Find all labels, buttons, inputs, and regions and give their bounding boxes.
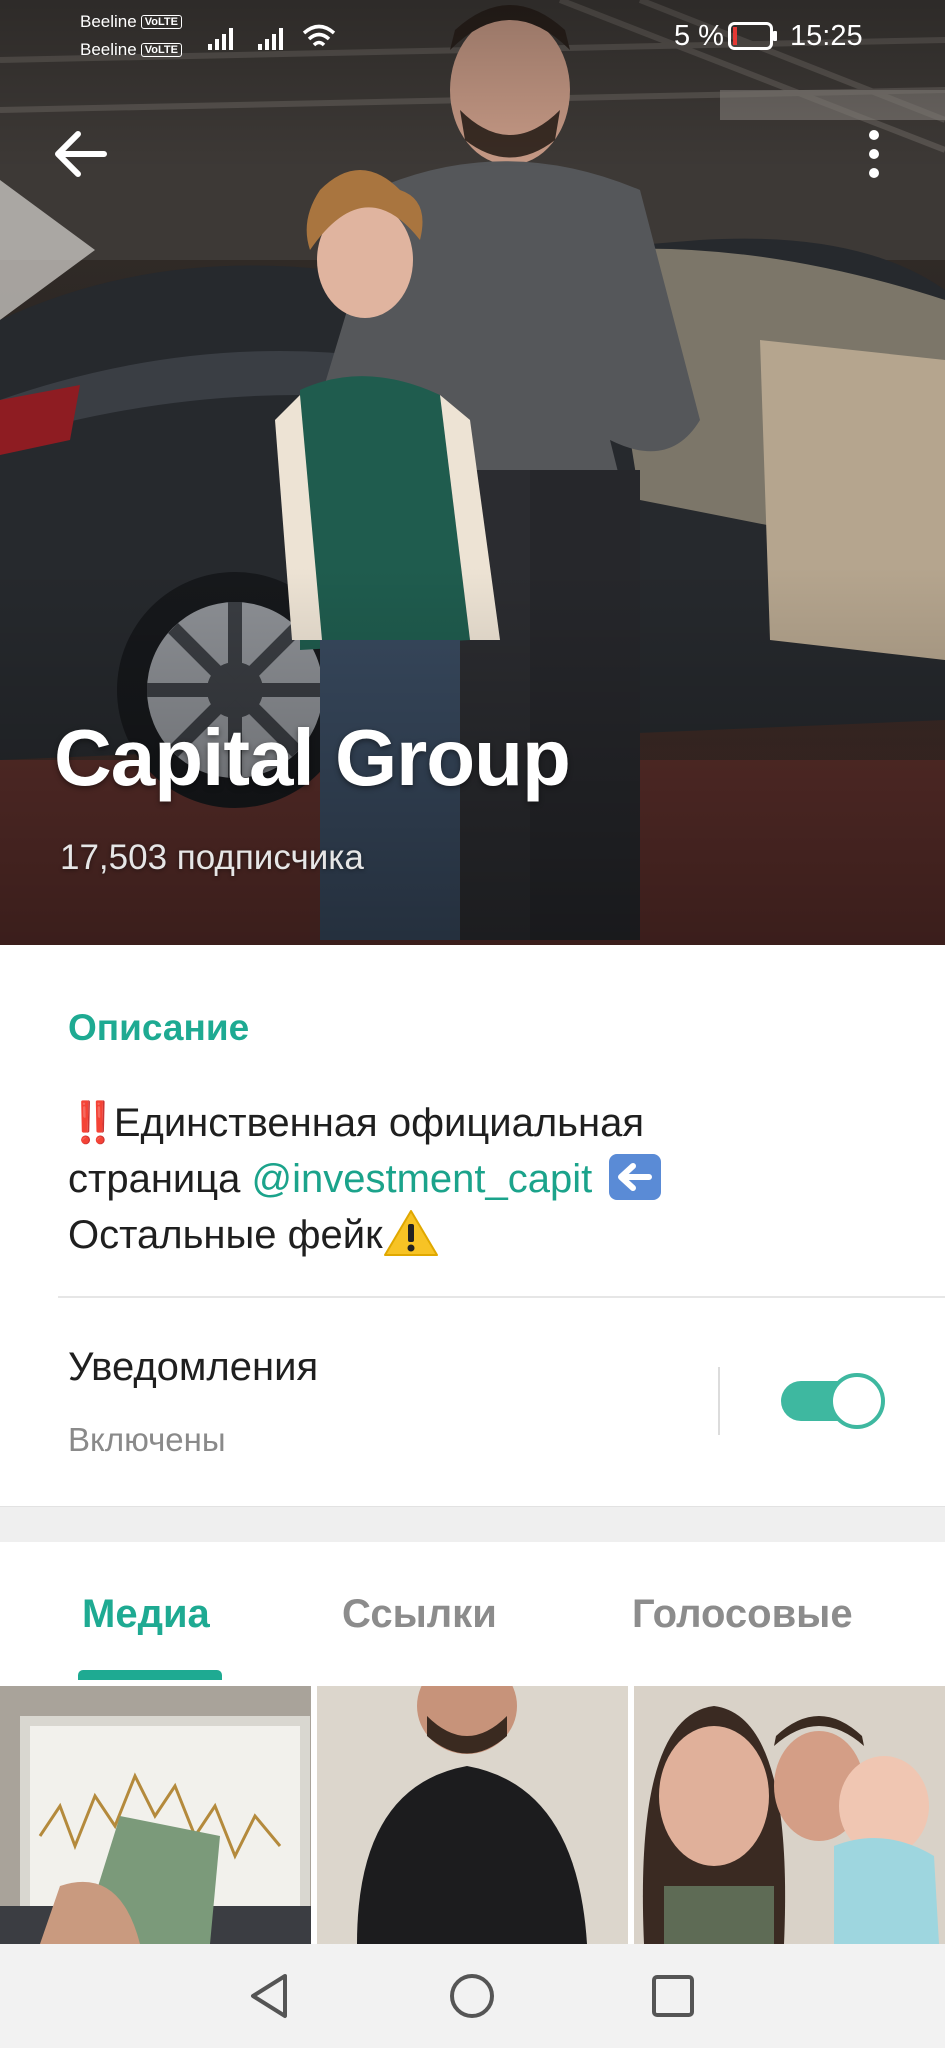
carrier-2-name: Beeline xyxy=(80,40,137,59)
wifi-icon xyxy=(302,24,336,47)
media-thumbnail[interactable] xyxy=(0,1686,311,1944)
toggle-knob xyxy=(829,1373,885,1429)
description-line-2: страница xyxy=(68,1157,252,1201)
battery-icon xyxy=(728,22,777,50)
square-recents-icon[interactable] xyxy=(645,1968,701,2024)
signal-icon xyxy=(258,28,283,50)
clock: 15:25 xyxy=(790,20,863,52)
signal-icon xyxy=(208,28,233,50)
notifications-state: Включены xyxy=(68,1421,226,1458)
channel-info: Описание ‼️Единственная официальная стра… xyxy=(0,945,945,1506)
battery-percent: 5 % xyxy=(674,20,724,52)
tab-links[interactable]: Ссылки xyxy=(342,1592,497,1637)
section-gap xyxy=(0,1506,945,1542)
channel-title: Capital Group xyxy=(54,713,571,802)
carrier-2: Beeline VoLTE xyxy=(80,40,182,60)
channel-cover: Beeline VoLTE Beeline VoLTE 5 % 15:25 Ca… xyxy=(0,0,945,945)
volte-badge: VoLTE xyxy=(140,43,182,57)
media-tabs: Медиа Ссылки Голосовые xyxy=(0,1542,945,1686)
arrow-left-icon[interactable] xyxy=(50,126,112,182)
family-photo xyxy=(634,1686,945,1944)
tab-voice[interactable]: Голосовые xyxy=(632,1592,853,1637)
carrier-1-name: Beeline xyxy=(80,12,137,31)
channel-mention-link[interactable]: @investment_capit xyxy=(252,1157,593,1201)
description-text: ‼️Единственная официальная страница @inv… xyxy=(68,1095,908,1263)
man-portrait-photo xyxy=(317,1686,628,1944)
system-navbar xyxy=(0,1944,945,2048)
vertical-separator xyxy=(718,1367,720,1435)
warning-emoji-icon xyxy=(383,1210,438,1256)
notifications-toggle[interactable] xyxy=(781,1373,885,1429)
status-bar: Beeline VoLTE Beeline VoLTE 5 % 15:25 xyxy=(0,0,945,80)
media-grid xyxy=(0,1686,945,1944)
left-arrow-emoji-icon xyxy=(609,1154,662,1200)
triangle-back-icon[interactable] xyxy=(243,1968,299,2024)
circle-home-icon[interactable] xyxy=(444,1968,500,2024)
description-line-1: Единственная официальная xyxy=(113,1101,645,1145)
laptop-chart-photo xyxy=(0,1686,311,1944)
subscriber-count: 17,503 подписчика xyxy=(60,838,364,877)
active-tab-indicator xyxy=(78,1670,222,1680)
double-exclamation-icon: ‼️ xyxy=(68,1101,118,1145)
volte-badge: VoLTE xyxy=(140,15,182,29)
media-thumbnail[interactable] xyxy=(634,1686,945,1944)
notifications-label[interactable]: Уведомления xyxy=(68,1345,318,1390)
divider xyxy=(58,1296,945,1298)
tab-media[interactable]: Медиа xyxy=(82,1592,210,1637)
carrier-1: Beeline VoLTE xyxy=(80,12,182,32)
description-label: Описание xyxy=(68,1007,250,1048)
description-line-3: Остальные фейк xyxy=(68,1213,383,1257)
media-thumbnail[interactable] xyxy=(317,1686,628,1944)
more-vertical-icon[interactable] xyxy=(862,126,886,182)
